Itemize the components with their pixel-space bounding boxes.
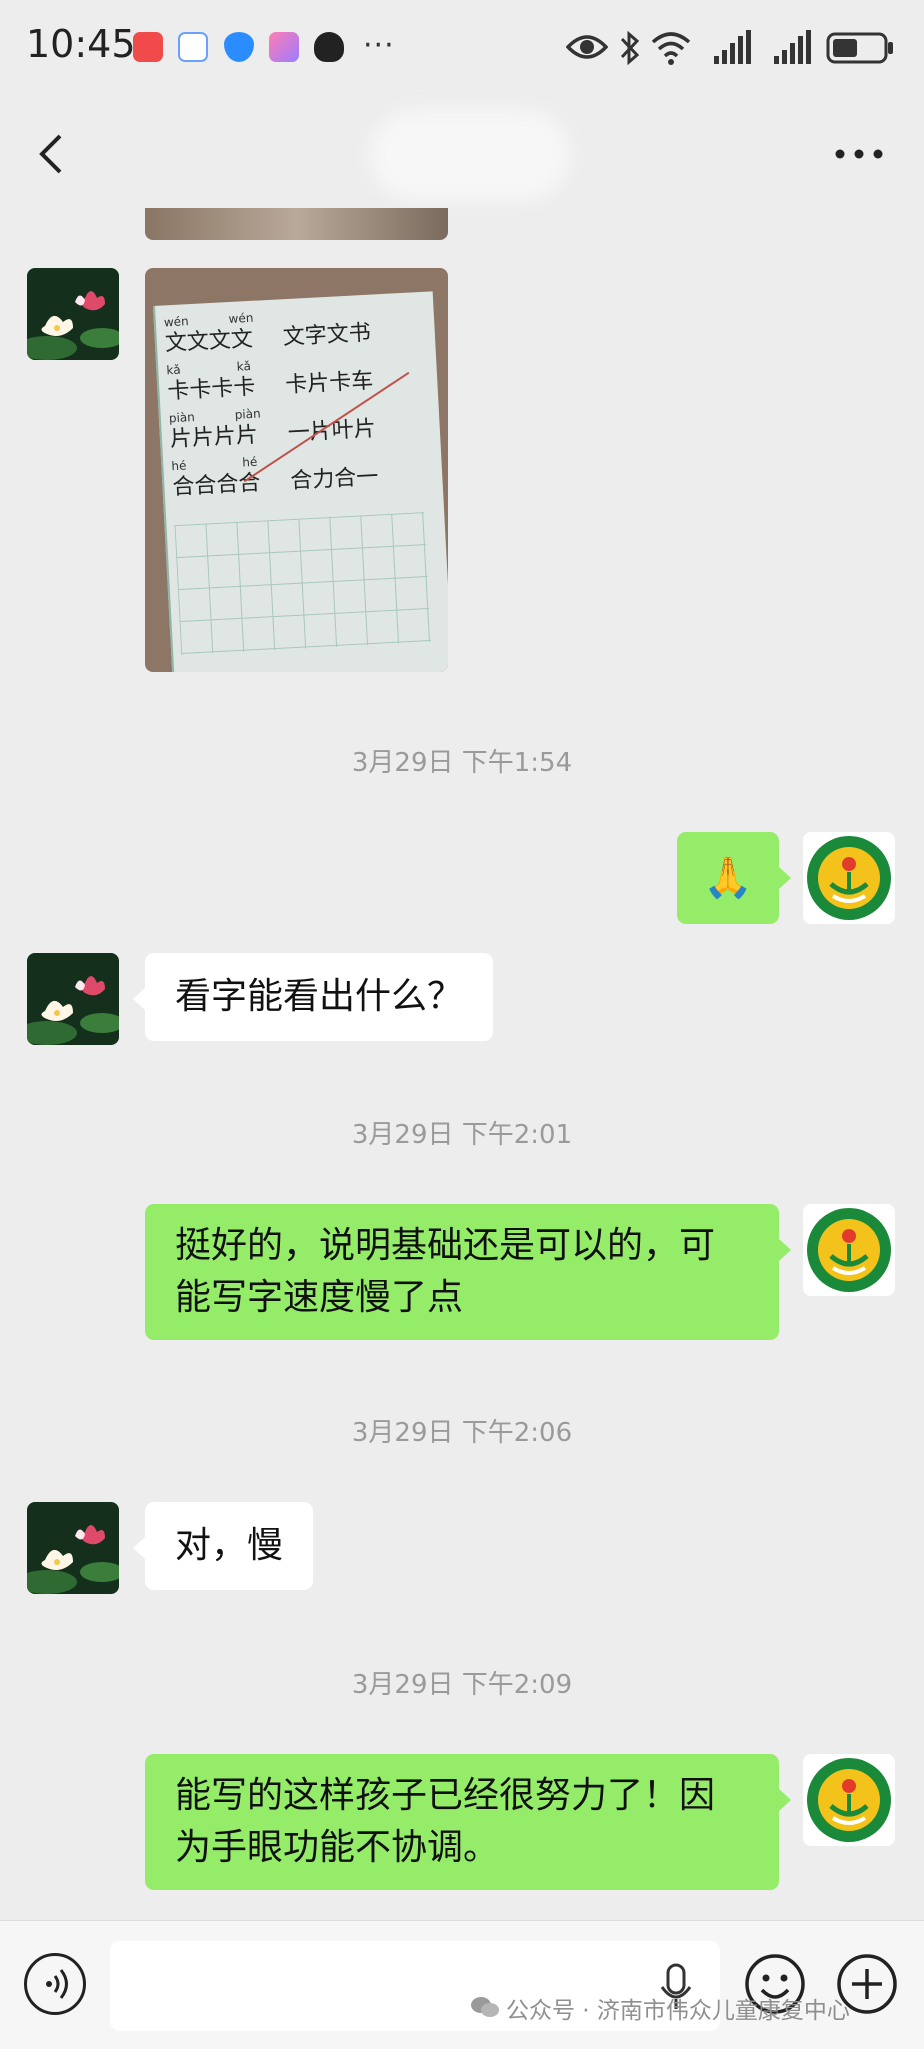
- worksheet-paper: wén wén 文文文文 文字文书 kǎ kǎ 卡卡卡卡 卡片卡车 piàn piàn 片…: [153, 291, 448, 672]
- worksheet-empty-grid: [174, 512, 431, 655]
- timestamp: 3月29日 下午2:09: [351, 1670, 573, 1700]
- blurred-contact-name: [370, 110, 570, 200]
- bubble-tail: [779, 867, 791, 889]
- outgoing-text-message[interactable]: 挺好的，说明基础还是可以的，可能写字速度慢了点: [145, 1204, 779, 1340]
- image-message-partial[interactable]: [145, 208, 448, 240]
- signal-icon: [774, 30, 811, 64]
- contact-avatar[interactable]: [27, 1502, 119, 1594]
- bubble-tail: [133, 1537, 145, 1559]
- message-text: 挺好的，说明基础还是可以的，可能写字速度慢了点: [175, 1225, 716, 1318]
- bubble-tail: [133, 988, 145, 1010]
- status-bar: 10:45 ···: [0, 0, 924, 100]
- timestamp: 3月29日 下午2:06: [351, 1418, 573, 1448]
- bluetooth-icon: [620, 30, 640, 66]
- signal-icon: [714, 30, 751, 64]
- watermark-text: 公众号 · 济南市伟众儿童康复中心: [506, 1998, 850, 2024]
- back-chevron-icon: [39, 134, 62, 174]
- title-bar: [0, 100, 924, 208]
- battery-icon: [826, 32, 893, 64]
- teacher-mark-icon: [243, 371, 410, 483]
- eye-icon: [566, 35, 608, 59]
- more-button[interactable]: [830, 128, 888, 180]
- outgoing-text-message[interactable]: 能写的这样孩子已经很努力了！因为手眼功能不协调。: [145, 1754, 779, 1890]
- shield-app-icon: [224, 32, 254, 62]
- timestamp: 3月29日 下午1:54: [351, 748, 573, 778]
- voice-icon: [46, 1969, 68, 1999]
- bubble-tail: [779, 1239, 791, 1261]
- back-button[interactable]: [28, 128, 80, 180]
- folded-hands-emoji: 🙏: [703, 855, 753, 901]
- incoming-text-message[interactable]: 对，慢: [145, 1502, 314, 1590]
- status-time: 10:45: [26, 22, 136, 66]
- bubble-tail: [779, 1789, 791, 1811]
- more-dots-icon: [835, 149, 883, 159]
- wechat-icon: [471, 1997, 499, 2017]
- input-bar: 公众号 · 济南市伟众儿童康复中心: [0, 1920, 924, 2049]
- image-message-worksheet[interactable]: wén wén 文文文文 文字文书 kǎ kǎ 卡卡卡卡 卡片卡车 piàn piàn 片…: [145, 268, 448, 672]
- chat-message-list[interactable]: wén wén 文文文文 文字文书 kǎ kǎ 卡卡卡卡 卡片卡车 piàn piàn 片…: [0, 208, 924, 1920]
- red-app-icon: [133, 32, 163, 62]
- wifi-icon: [651, 32, 691, 65]
- contact-avatar[interactable]: [27, 268, 119, 360]
- timestamp: 3月29日 下午2:01: [351, 1120, 573, 1150]
- gaoshou-app-icon: [178, 32, 208, 62]
- message-text: 对，慢: [175, 1525, 284, 1566]
- contact-avatar[interactable]: [27, 953, 119, 1045]
- more-notifications-indicator: ···: [363, 28, 395, 63]
- self-avatar[interactable]: [803, 832, 895, 924]
- message-text: 看字能看出什么？: [175, 976, 464, 1017]
- pink-app-icon: [269, 32, 299, 62]
- qq-penguin-icon: [314, 32, 344, 62]
- outgoing-emoji-message[interactable]: 🙏: [677, 832, 779, 924]
- self-avatar[interactable]: [803, 1754, 895, 1846]
- self-avatar[interactable]: [803, 1204, 895, 1296]
- voice-toggle-button[interactable]: [24, 1953, 86, 2015]
- message-text: 能写的这样孩子已经很努力了！因为手眼功能不协调。: [175, 1775, 716, 1868]
- incoming-text-message[interactable]: 看字能看出什么？: [145, 953, 494, 1041]
